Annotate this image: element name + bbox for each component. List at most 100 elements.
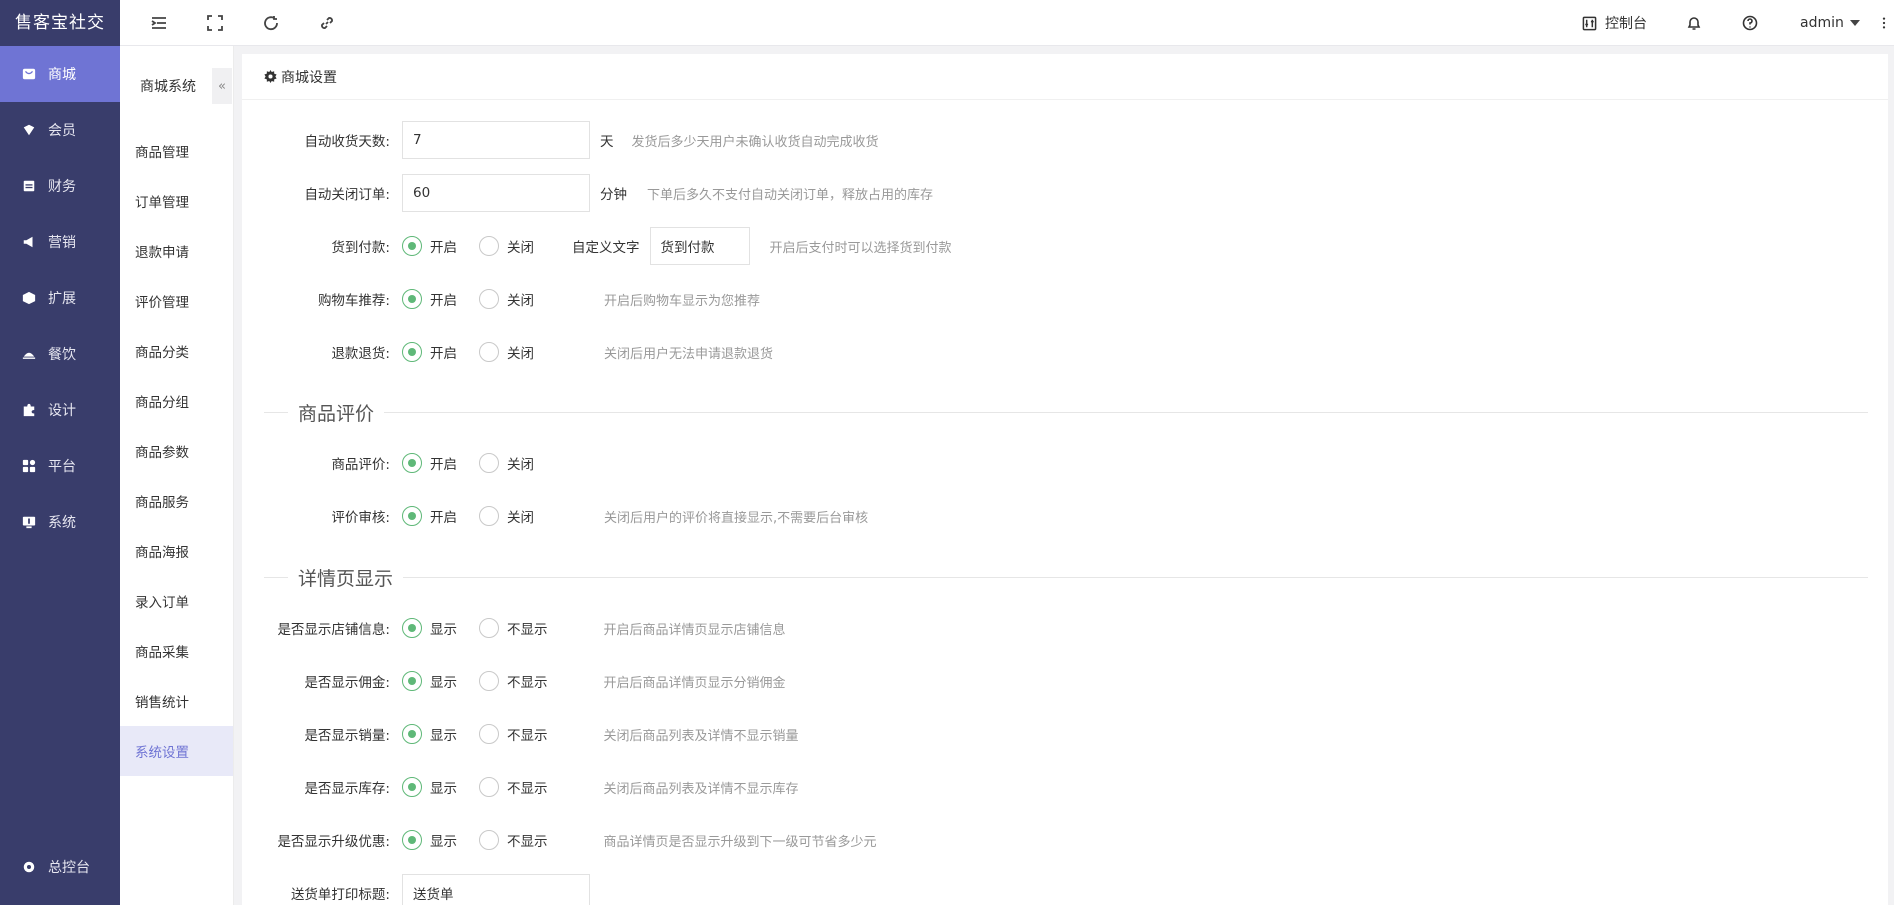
show-store-on-radio[interactable]: 显示 (402, 618, 457, 638)
radio-label: 开启 (430, 453, 457, 473)
nav-item-label: 餐饮 (48, 344, 76, 364)
radio-dot (402, 618, 422, 638)
radio-label: 显示 (430, 830, 457, 850)
delivery-title-input[interactable]: 送货单 (402, 874, 590, 905)
show-upgrade-label: 是否显示升级优惠: (242, 830, 402, 850)
delivery-title-row: 送货单打印标题: 送货单 (242, 874, 590, 905)
divider (384, 412, 1868, 413)
nav-item-shop[interactable]: 商城 (0, 46, 120, 102)
radio-label: 关闭 (507, 236, 534, 256)
review-audit-off-radio[interactable]: 关闭 (479, 506, 534, 526)
show-commission-off-radio[interactable]: 不显示 (479, 671, 548, 691)
nav-item-catering[interactable]: 餐饮 (0, 326, 120, 382)
notification-bell[interactable] (1686, 0, 1702, 46)
nav-item-design[interactable]: 设计 (0, 382, 120, 438)
cod-on-radio[interactable]: 开启 (402, 236, 457, 256)
main-sidebar: 售客宝社交 商城 会员 财务 营销 扩展 餐饮 设计 平台 系统 总控台 (0, 0, 120, 905)
console-label: 控制台 (1605, 13, 1647, 33)
cart-recommend-hint: 开启后购物车显示为您推荐 (604, 290, 760, 309)
gear-icon (20, 860, 38, 874)
system-icon (20, 515, 38, 529)
grid-icon (20, 459, 38, 473)
link-icon[interactable] (318, 14, 336, 32)
sub-item-reviews[interactable]: 评价管理 (120, 276, 233, 326)
collapse-sidebar-button[interactable]: « (212, 68, 232, 104)
brand-logo: 售客宝社交 (0, 0, 120, 46)
sub-item-collect[interactable]: 商品采集 (120, 626, 233, 676)
auto-close-row: 自动关闭订单: 60 分钟 下单后多久不支付自动关闭订单，释放占用的库存 (242, 174, 933, 212)
show-upgrade-off-radio[interactable]: 不显示 (479, 830, 548, 850)
member-icon (20, 123, 38, 137)
review-on-radio[interactable]: 开启 (402, 453, 457, 473)
nav-item-label: 会员 (48, 120, 76, 140)
sub-item-sales-stats[interactable]: 销售统计 (120, 676, 233, 726)
cart-recommend-on-radio[interactable]: 开启 (402, 289, 457, 309)
sub-item-category[interactable]: 商品分类 (120, 326, 233, 376)
refund-off-radio[interactable]: 关闭 (479, 342, 534, 362)
nav-item-marketing[interactable]: 营销 (0, 214, 120, 270)
nav-item-label: 扩展 (48, 288, 76, 308)
radio-dot (479, 618, 499, 638)
sub-item-refund[interactable]: 退款申请 (120, 226, 233, 276)
show-store-off-radio[interactable]: 不显示 (479, 618, 548, 638)
nav-item-extend[interactable]: 扩展 (0, 270, 120, 326)
auto-receive-input[interactable]: 7 (402, 121, 590, 159)
cod-off-radio[interactable]: 关闭 (479, 236, 534, 256)
radio-dot (479, 453, 499, 473)
nav-item-label: 平台 (48, 456, 76, 476)
radio-dot (479, 342, 499, 362)
fullscreen-icon[interactable] (206, 14, 224, 32)
sub-item-enter-order[interactable]: 录入订单 (120, 576, 233, 626)
radio-dot (479, 671, 499, 691)
cod-row: 货到付款: 开启 关闭 自定义文字 货到付款 开启后支付时可以选择货到付款 (242, 227, 952, 265)
nav-item-member[interactable]: 会员 (0, 102, 120, 158)
show-commission-on-radio[interactable]: 显示 (402, 671, 457, 691)
radio-label: 开启 (430, 342, 457, 362)
radio-label: 不显示 (507, 671, 548, 691)
show-upgrade-on-radio[interactable]: 显示 (402, 830, 457, 850)
nav-item-label: 总控台 (48, 857, 90, 877)
cart-recommend-off-radio[interactable]: 关闭 (479, 289, 534, 309)
top-bar: 控制台 admin (120, 0, 1894, 46)
sub-item-orders[interactable]: 订单管理 (120, 176, 233, 226)
auto-close-input[interactable]: 60 (402, 174, 590, 212)
sub-item-poster[interactable]: 商品海报 (120, 526, 233, 576)
nav-item-system[interactable]: 系统 (0, 494, 120, 550)
show-stock-off-radio[interactable]: 不显示 (479, 777, 548, 797)
sub-item-system-settings[interactable]: 系统设置 (120, 726, 233, 776)
show-upgrade-row: 是否显示升级优惠: 显示 不显示 商品详情页是否显示升级到下一级可节省多少元 (242, 821, 877, 859)
show-sales-on-radio[interactable]: 显示 (402, 724, 457, 744)
help-button[interactable] (1742, 0, 1758, 46)
divider (264, 577, 288, 578)
auto-receive-unit: 天 (600, 130, 614, 150)
refresh-icon[interactable] (262, 14, 280, 32)
cart-recommend-label: 购物车推荐: (242, 289, 402, 309)
console-link[interactable]: 控制台 (1582, 0, 1647, 46)
username: admin (1800, 15, 1844, 31)
more-options[interactable] (1882, 0, 1886, 46)
sub-item-group[interactable]: 商品分组 (120, 376, 233, 426)
review-audit-row: 评价审核: 开启 关闭 关闭后用户的评价将直接显示,不需要后台审核 (242, 497, 868, 535)
sub-item-goods[interactable]: 商品管理 (120, 126, 233, 176)
radio-dot (402, 777, 422, 797)
radio-label: 关闭 (507, 453, 534, 473)
menu-toggle-icon[interactable] (150, 14, 168, 32)
review-off-radio[interactable]: 关闭 (479, 453, 534, 473)
show-store-hint: 开启后商品详情页显示店铺信息 (604, 619, 786, 638)
dish-icon (20, 347, 38, 361)
show-sales-label: 是否显示销量: (242, 724, 402, 744)
nav-item-platform[interactable]: 平台 (0, 438, 120, 494)
user-menu[interactable]: admin (1800, 0, 1860, 46)
show-sales-off-radio[interactable]: 不显示 (479, 724, 548, 744)
show-stock-on-radio[interactable]: 显示 (402, 777, 457, 797)
radio-label: 关闭 (507, 342, 534, 362)
sub-item-params[interactable]: 商品参数 (120, 426, 233, 476)
nav-item-finance[interactable]: 财务 (0, 158, 120, 214)
review-audit-on-radio[interactable]: 开启 (402, 506, 457, 526)
cod-custom-input[interactable]: 货到付款 (650, 227, 750, 265)
nav-item-master-console[interactable]: 总控台 (0, 839, 120, 895)
sub-sidebar: 商城系统 商品管理 订单管理 退款申请 评价管理 商品分类 商品分组 商品参数 … (120, 46, 234, 905)
sub-item-service[interactable]: 商品服务 (120, 476, 233, 526)
radio-dot (479, 289, 499, 309)
refund-on-radio[interactable]: 开启 (402, 342, 457, 362)
